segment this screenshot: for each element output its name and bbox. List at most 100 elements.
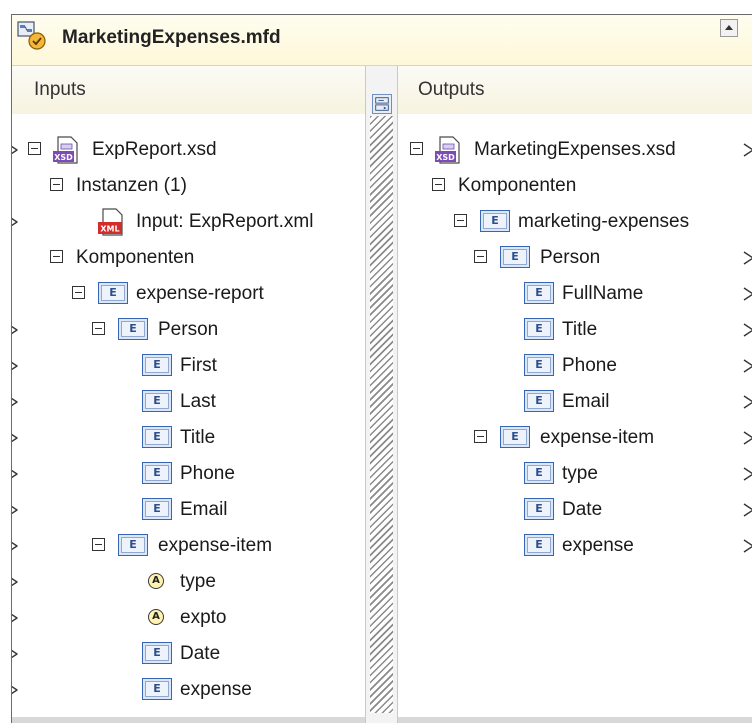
outputs-scrollbar[interactable] (398, 717, 752, 723)
tree-row-person[interactable]: E Person (12, 313, 365, 349)
tree-row-phone[interactable]: E Phone (12, 457, 365, 493)
collapse-toggle-icon[interactable] (474, 250, 487, 263)
element-name: FullName (562, 283, 644, 304)
tree-row-output-expense[interactable]: E expense (398, 529, 752, 565)
element-icon: E (524, 534, 554, 556)
input-connector-icon[interactable] (12, 430, 19, 446)
tree-row-email[interactable]: E Email (12, 493, 365, 529)
components-label: Komponenten (458, 175, 577, 196)
tree-row-expense-item[interactable]: E expense-item (12, 529, 365, 565)
collapse-toggle-icon[interactable] (72, 286, 85, 299)
tree-row-title[interactable]: E Title (12, 421, 365, 457)
tree-row-date[interactable]: E Date (12, 637, 365, 673)
output-connector-icon[interactable] (743, 394, 752, 410)
output-connector-icon[interactable] (743, 142, 752, 158)
tree-row-output-components[interactable]: Komponenten (398, 169, 752, 205)
input-connector-icon[interactable] (12, 142, 19, 158)
output-connector-icon[interactable] (743, 286, 752, 302)
tree-row-instance-file[interactable]: XML Input: ExpReport.xml (12, 205, 365, 241)
output-connector-icon[interactable] (743, 538, 752, 554)
output-connector-icon[interactable] (743, 430, 752, 446)
output-connector-icon[interactable] (743, 358, 752, 374)
tree-row-expense-report[interactable]: E expense-report (12, 277, 365, 313)
input-connector-icon[interactable] (12, 682, 19, 698)
attribute-icon: A (148, 573, 164, 589)
element-icon: E (524, 498, 554, 520)
tree-row-input-schema[interactable]: XSD ExpReport.xsd (12, 133, 365, 169)
collapse-toggle-icon[interactable] (50, 250, 63, 263)
collapse-toggle-icon[interactable] (474, 430, 487, 443)
input-connector-icon[interactable] (12, 646, 19, 662)
element-icon: E (142, 426, 172, 448)
pane-splitter[interactable] (365, 66, 398, 723)
collapse-toggle-icon[interactable] (410, 142, 423, 155)
component-title: MarketingExpenses.mfd (62, 27, 281, 48)
collapse-toggle-icon[interactable] (50, 178, 63, 191)
output-connector-icon[interactable] (743, 322, 752, 338)
input-connector-icon[interactable] (12, 502, 19, 518)
element-name: expense-report (136, 283, 264, 304)
tree-row-output-email[interactable]: E Email (398, 385, 752, 421)
collapse-toggle-icon[interactable] (92, 322, 105, 335)
element-icon: E (524, 354, 554, 376)
tree-row-instances[interactable]: Instanzen (1) (12, 169, 365, 205)
mapping-file-icon (17, 21, 46, 50)
element-name: First (180, 355, 217, 376)
inputs-title: Inputs (34, 79, 86, 100)
tree-row-expto-attribute[interactable]: A expto (12, 601, 365, 637)
element-name: Person (158, 319, 219, 340)
element-icon: E (142, 462, 172, 484)
input-connector-icon[interactable] (12, 466, 19, 482)
input-connector-icon[interactable] (12, 322, 19, 338)
collapse-button[interactable] (720, 19, 738, 37)
inputs-pane: Inputs XSD ExpReport.xsd Instanzen (1) X… (12, 66, 365, 723)
tree-row-output-phone[interactable]: E Phone (398, 349, 752, 385)
outputs-header: Outputs (398, 66, 752, 114)
element-icon: E (500, 426, 530, 448)
inputs-scrollbar[interactable] (12, 717, 365, 723)
element-icon: E (98, 282, 128, 304)
attribute-name: type (180, 571, 216, 592)
element-icon: E (142, 390, 172, 412)
tree-row-fullname[interactable]: E FullName (398, 277, 752, 313)
element-icon: E (118, 318, 148, 340)
outputs-pane: Outputs XSD MarketingExpenses.xsd Kompon… (398, 66, 752, 723)
element-name: Phone (180, 463, 235, 484)
tree-row-output-expense-item[interactable]: E expense-item (398, 421, 752, 457)
input-connector-icon[interactable] (12, 358, 19, 374)
tree-row-marketing-expenses[interactable]: E marketing-expenses (398, 205, 752, 241)
element-name: Last (180, 391, 216, 412)
tree-row-expense[interactable]: E expense (12, 673, 365, 709)
element-name: type (562, 463, 598, 484)
toggle-panes-icon[interactable] (372, 94, 392, 114)
element-name: expense-item (158, 535, 273, 556)
element-name: marketing-expenses (518, 211, 690, 232)
component-title-bar[interactable]: MarketingExpenses.mfd (12, 15, 752, 66)
tree-row-components[interactable]: Komponenten (12, 241, 365, 277)
tree-row-last[interactable]: E Last (12, 385, 365, 421)
collapse-toggle-icon[interactable] (454, 214, 467, 227)
input-connector-icon[interactable] (12, 214, 19, 230)
element-name: Email (180, 499, 228, 520)
tree-row-output-title[interactable]: E Title (398, 313, 752, 349)
instances-label: Instanzen (1) (76, 175, 187, 196)
tree-row-type-attribute[interactable]: A type (12, 565, 365, 601)
mapping-component-window: MarketingExpenses.mfd Inputs XSD ExpRepo… (11, 14, 752, 723)
element-name: Title (180, 427, 216, 448)
collapse-toggle-icon[interactable] (432, 178, 445, 191)
input-connector-icon[interactable] (12, 394, 19, 410)
tree-row-output-date[interactable]: E Date (398, 493, 752, 529)
output-connector-icon[interactable] (743, 502, 752, 518)
tree-row-output-person[interactable]: E Person (398, 241, 752, 277)
input-connector-icon[interactable] (12, 574, 19, 590)
collapse-toggle-icon[interactable] (92, 538, 105, 551)
collapse-toggle-icon[interactable] (28, 142, 41, 155)
tree-row-output-type[interactable]: E type (398, 457, 752, 493)
output-connector-icon[interactable] (743, 466, 752, 482)
input-connector-icon[interactable] (12, 538, 19, 554)
tree-row-output-schema[interactable]: XSD MarketingExpenses.xsd (398, 133, 752, 169)
input-connector-icon[interactable] (12, 610, 19, 626)
components-label: Komponenten (76, 247, 195, 268)
output-connector-icon[interactable] (743, 250, 752, 266)
tree-row-first[interactable]: E First (12, 349, 365, 385)
